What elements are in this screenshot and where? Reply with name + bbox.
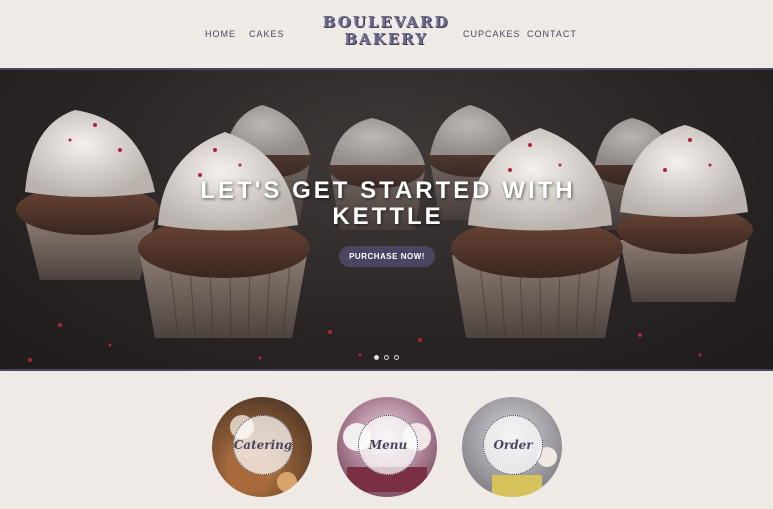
nav-cakes[interactable]: CAKES bbox=[249, 29, 285, 39]
order-label: Order bbox=[493, 438, 533, 452]
site-logo[interactable]: BOULEVARD BAKERY bbox=[298, 14, 474, 48]
menu-badge: Menu bbox=[358, 415, 418, 475]
nav-contact[interactable]: CONTACT bbox=[527, 29, 577, 39]
slider-dot-2[interactable] bbox=[384, 355, 389, 360]
hero-slider: LET'S GET STARTED WITH KETTLE PURCHASE N… bbox=[0, 68, 773, 371]
logo-line-2: BAKERY bbox=[344, 30, 428, 48]
hero-title-line-1: LET'S GET STARTED WITH bbox=[200, 177, 576, 204]
purchase-now-button[interactable]: PURCHASE NOW! bbox=[339, 246, 435, 267]
slider-dot-3[interactable] bbox=[394, 355, 399, 360]
slider-dot-1[interactable] bbox=[374, 355, 379, 360]
hero-title-line-2: KETTLE bbox=[332, 203, 444, 230]
menu-link[interactable]: Menu bbox=[337, 397, 437, 497]
catering-label: Catering bbox=[233, 438, 293, 452]
logo-line-1: BOULEVARD bbox=[322, 13, 450, 31]
menu-label: Menu bbox=[368, 438, 408, 452]
order-link[interactable]: Order bbox=[462, 397, 562, 497]
order-badge: Order bbox=[483, 415, 543, 475]
site-header: HOME CAKES BOULEVARD BAKERY CUPCAKES CON… bbox=[0, 0, 773, 68]
nav-home[interactable]: HOME bbox=[205, 29, 236, 39]
hero-title: LET'S GET STARTED WITH KETTLE bbox=[150, 178, 626, 230]
nav-cupcakes[interactable]: CUPCAKES bbox=[463, 29, 521, 39]
catering-link[interactable]: Catering bbox=[212, 397, 312, 497]
catering-badge: Catering bbox=[233, 415, 293, 475]
